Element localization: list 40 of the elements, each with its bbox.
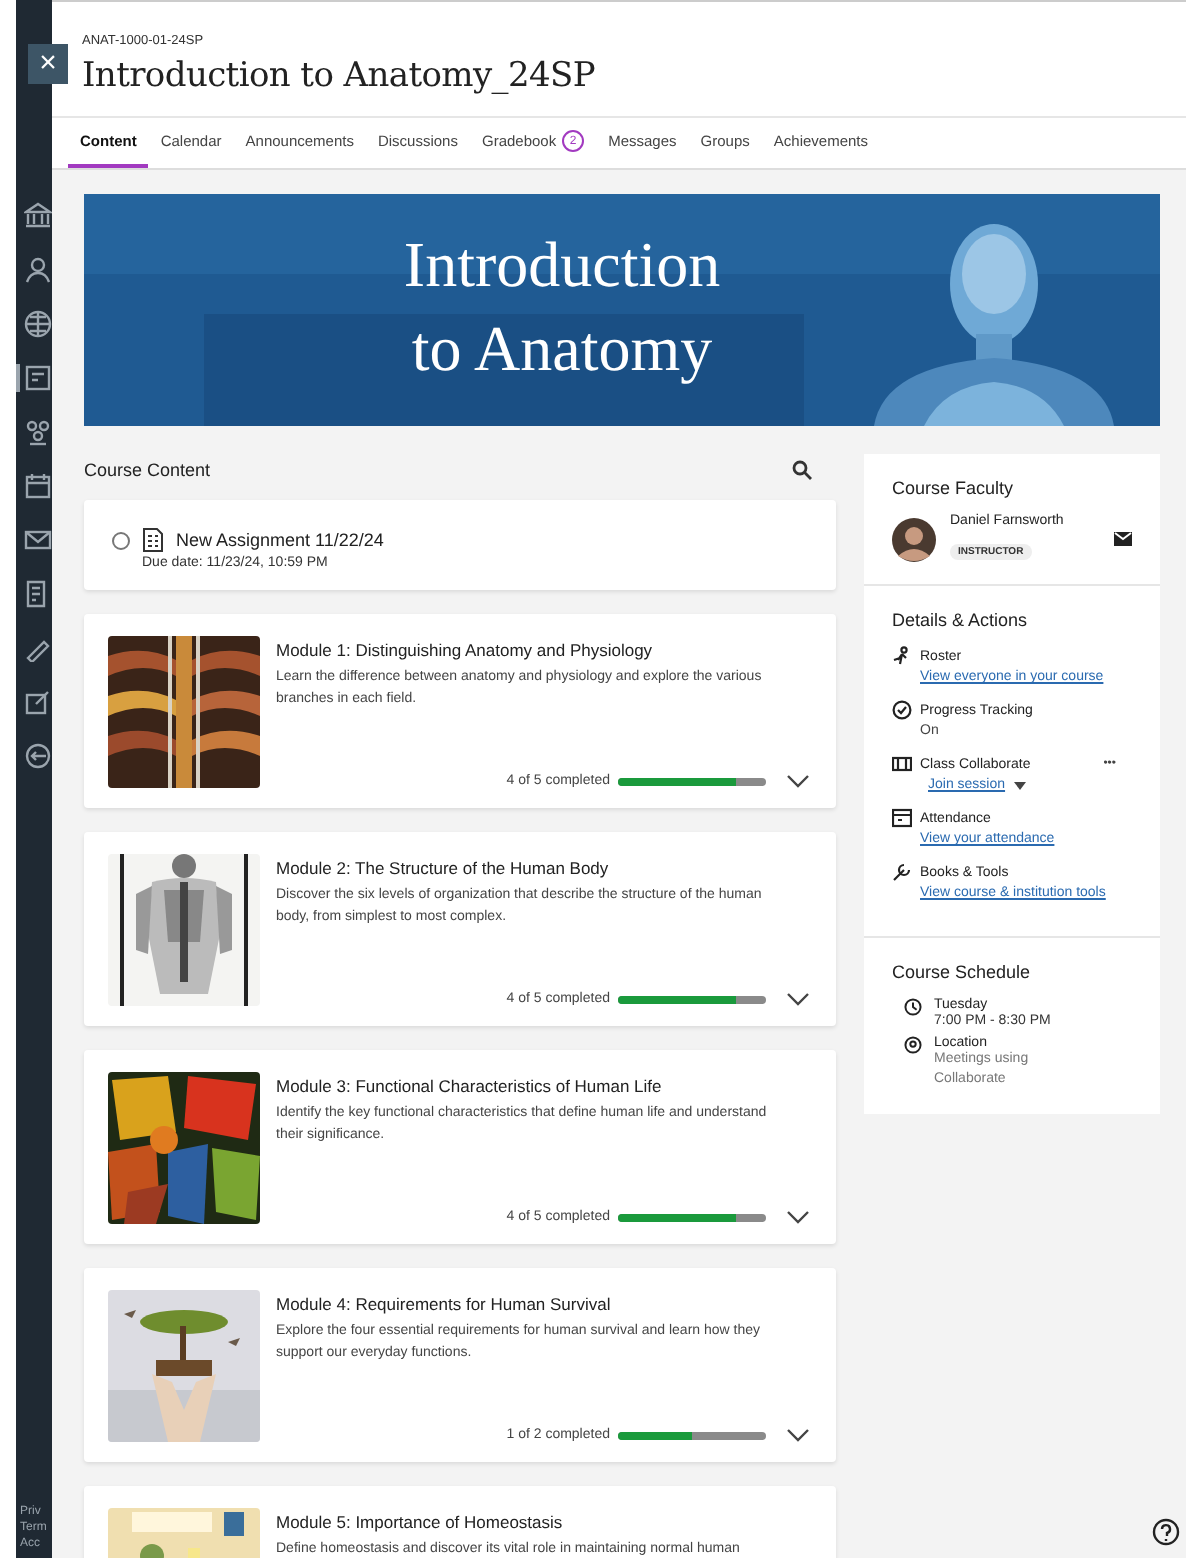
mail-icon[interactable] — [1114, 532, 1132, 546]
clock-icon — [904, 998, 922, 1016]
mail-icon[interactable] — [24, 526, 52, 554]
document-icon — [142, 528, 164, 552]
caret-icon[interactable] — [1013, 781, 1026, 789]
assignment-title[interactable]: New Assignment 11/22/24 — [176, 530, 384, 550]
search-icon[interactable] — [792, 460, 812, 480]
calendar-icon[interactable] — [24, 472, 52, 500]
chevron-down-icon[interactable] — [786, 992, 810, 1006]
close-button[interactable]: × — [28, 44, 68, 84]
chevron-down-icon[interactable] — [786, 1428, 810, 1442]
course-title: Introduction to Anatomy_24SP — [82, 56, 598, 96]
section-heading: Course Content — [84, 460, 211, 480]
banner-title: Introduction — [401, 226, 723, 304]
chevron-down-icon[interactable] — [786, 774, 810, 788]
module-title[interactable]: Module 3: Functional Characteristics of Human Life — [276, 1076, 810, 1096]
avatar — [892, 517, 936, 561]
section-heading: Course Schedule — [892, 962, 1033, 982]
person-icon[interactable] — [24, 256, 52, 284]
section-heading: Details & Actions — [892, 610, 1030, 630]
globe-icon[interactable] — [24, 310, 52, 338]
runner-icon — [892, 646, 912, 666]
module-title[interactable]: Module 1: Distinguishing Anatomy and Physiology — [276, 640, 810, 660]
section-heading: Course Faculty — [892, 478, 1016, 498]
check-circle-icon — [892, 700, 912, 720]
video-icon — [892, 754, 912, 774]
chevron-down-icon[interactable] — [786, 1210, 810, 1224]
people-icon[interactable] — [24, 418, 52, 446]
module-title[interactable]: Module 2: The Structure of the Human Body — [276, 858, 810, 878]
wrench-icon — [892, 862, 912, 882]
institution-icon[interactable] — [24, 202, 52, 230]
help-icon[interactable] — [1152, 1518, 1180, 1546]
sign-out-icon[interactable] — [24, 742, 52, 770]
module-title[interactable]: Module 5: Importance of Homeostasis — [276, 1512, 810, 1532]
location-pin-icon — [904, 1036, 922, 1054]
calendar-icon — [892, 808, 912, 828]
banner-title: to Anatomy — [409, 310, 715, 388]
module-title[interactable]: Module 4: Requirements for Human Survival — [276, 1294, 810, 1314]
completion-checkbox[interactable] — [112, 532, 130, 550]
edit-icon[interactable] — [24, 688, 52, 716]
